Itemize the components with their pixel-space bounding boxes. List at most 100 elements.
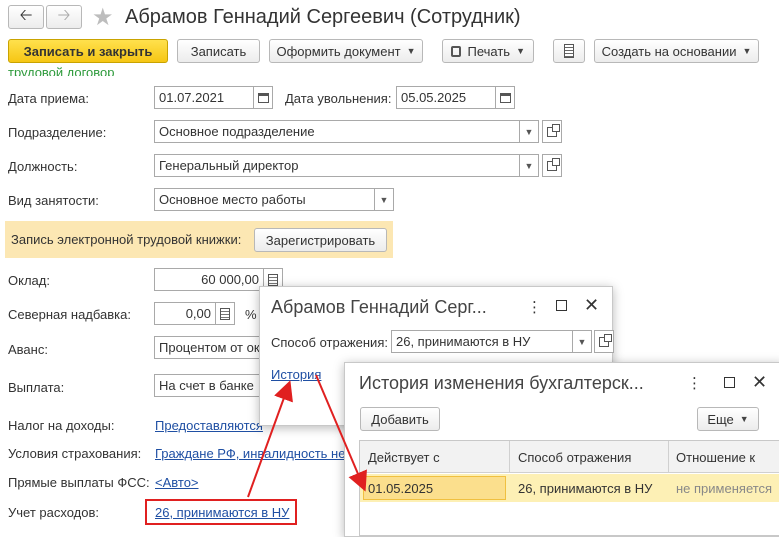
expense-label: Учет расходов: [8, 505, 99, 520]
column-header[interactable]: Действует с [368, 450, 440, 465]
history-table: Действует с Способ отражения Отношение к… [359, 440, 779, 536]
dismissal-date-calendar-button[interactable] [495, 86, 515, 109]
maximize-icon[interactable] [724, 377, 735, 388]
dropdown-icon: ▼ [577, 336, 587, 347]
register-button[interactable]: Зарегистрировать [254, 228, 387, 252]
row-relation: не применяется [676, 481, 773, 496]
menu-icon[interactable]: ⋮ [527, 298, 542, 316]
make-document-button[interactable]: Оформить документ ▼ [269, 39, 423, 63]
north-bonus-label: Северная надбавка: [8, 307, 131, 322]
column-divider [509, 441, 510, 473]
dropdown-icon: ▼ [739, 414, 749, 424]
position-open-button[interactable] [542, 154, 562, 177]
history-dialog: История изменения бухгалтерск... ⋮ ✕ Доб… [344, 362, 779, 537]
hire-date-field[interactable]: 01.07.2021 [154, 86, 254, 109]
salary-field[interactable]: 60 000,00 [154, 268, 264, 291]
employment-label: Вид занятости: [8, 193, 99, 208]
printer-icon [451, 45, 462, 57]
open-icon [547, 123, 560, 137]
save-button[interactable]: Записать [177, 39, 260, 63]
dropdown-icon: ▼ [742, 46, 752, 56]
dropdown-icon: ▼ [379, 194, 389, 205]
fss-link[interactable]: <Авто> [155, 475, 199, 490]
add-button[interactable]: Добавить [360, 407, 440, 431]
method-open-button[interactable] [594, 330, 614, 353]
employment-dropdown[interactable]: ▼ [374, 188, 394, 211]
employment-field[interactable]: Основное место работы [154, 188, 375, 211]
column-header[interactable]: Способ отражения [518, 450, 631, 465]
print-label: Печать [467, 43, 511, 59]
column-header[interactable]: Отношение к [676, 450, 755, 465]
dropdown-icon: ▼ [406, 46, 416, 56]
insurance-link[interactable]: Граждане РФ, инвалидность не [155, 446, 345, 461]
north-bonus-calculator-button[interactable] [215, 302, 235, 325]
history-dialog-title: История изменения бухгалтерск... [359, 373, 644, 393]
menu-icon[interactable]: ⋮ [687, 374, 702, 392]
dropdown-icon: ▼ [524, 160, 534, 171]
employee-dialog-title: Абрамов Геннадий Серг... [271, 297, 487, 317]
payout-field[interactable]: На счет в банке [154, 374, 274, 397]
calendar-icon [257, 92, 269, 103]
open-icon [547, 157, 560, 171]
row-method: 26, принимаются в НУ [518, 481, 653, 496]
payout-label: Выплата: [8, 380, 65, 395]
more-label: Еще [707, 411, 734, 427]
star-icon[interactable]: ★ [92, 3, 114, 32]
north-bonus-unit: % [245, 307, 257, 322]
dropdown-icon: ▼ [524, 126, 534, 137]
advance-label: Аванс: [8, 342, 48, 357]
calendar-icon [499, 92, 511, 103]
maximize-icon[interactable] [556, 300, 567, 311]
north-bonus-field[interactable]: 0,00 [154, 302, 216, 325]
fss-label: Прямые выплаты ФСС: [8, 475, 150, 490]
department-label: Подразделение: [8, 125, 107, 140]
tax-label: Налог на доходы: [8, 418, 115, 433]
department-open-button[interactable] [542, 120, 562, 143]
department-dropdown[interactable]: ▼ [519, 120, 539, 143]
hire-date-label: Дата приема: [8, 91, 89, 106]
hire-date-calendar-button[interactable] [253, 86, 273, 109]
method-field[interactable]: 26, принимаются в НУ [391, 330, 573, 353]
forward-button[interactable]: 🡢 [46, 5, 82, 29]
method-label: Способ отражения: [271, 335, 388, 350]
section-title: Трудовой договор [8, 66, 115, 76]
report-icon [564, 44, 574, 58]
etk-label: Запись электронной трудовой книжки: [11, 232, 242, 247]
close-icon[interactable]: ✕ [584, 295, 599, 316]
forward-arrow-icon: 🡢 [57, 6, 71, 24]
calculator-icon [268, 273, 278, 286]
expense-highlight-box [145, 499, 297, 525]
close-icon[interactable]: ✕ [752, 372, 767, 393]
column-divider [668, 441, 669, 473]
method-dropdown[interactable]: ▼ [572, 330, 592, 353]
nav-bar: 🡠 🡢 [8, 5, 84, 29]
position-dropdown[interactable]: ▼ [519, 154, 539, 177]
advance-field[interactable]: Процентом от окл [154, 336, 274, 359]
position-label: Должность: [8, 159, 78, 174]
position-field[interactable]: Генеральный директор [154, 154, 520, 177]
row-date: 01.05.2025 [368, 481, 434, 496]
tax-link[interactable]: Предоставляются [155, 418, 263, 433]
salary-label: Оклад: [8, 273, 50, 288]
table-header: Действует с Способ отражения Отношение к [360, 441, 779, 473]
history-link[interactable]: История [271, 367, 321, 382]
create-based-label: Создать на основании [601, 43, 737, 59]
department-field[interactable]: Основное подразделение [154, 120, 520, 143]
insurance-label: Условия страхования: [8, 446, 142, 461]
open-icon [599, 333, 612, 347]
dismissal-date-label: Дата увольнения: [285, 91, 392, 106]
calculator-icon [220, 307, 230, 320]
save-close-button[interactable]: Записать и закрыть [8, 39, 168, 63]
print-button[interactable]: Печать ▼ [442, 39, 534, 63]
create-based-button[interactable]: Создать на основании ▼ [594, 39, 759, 63]
etk-panel: Запись электронной трудовой книжки: Заре… [5, 221, 393, 258]
report-button[interactable] [553, 39, 585, 63]
dropdown-icon: ▼ [516, 46, 525, 56]
table-row[interactable]: 01.05.2025 26, принимаются в НУ не приме… [360, 474, 779, 502]
dismissal-date-field[interactable]: 05.05.2025 [396, 86, 496, 109]
back-button[interactable]: 🡠 [8, 5, 44, 29]
page-title: Абрамов Геннадий Сергеевич (Сотрудник) [125, 6, 521, 28]
make-document-label: Оформить документ [276, 43, 401, 59]
back-arrow-icon: 🡠 [19, 6, 33, 24]
more-button[interactable]: Еще ▼ [697, 407, 759, 431]
